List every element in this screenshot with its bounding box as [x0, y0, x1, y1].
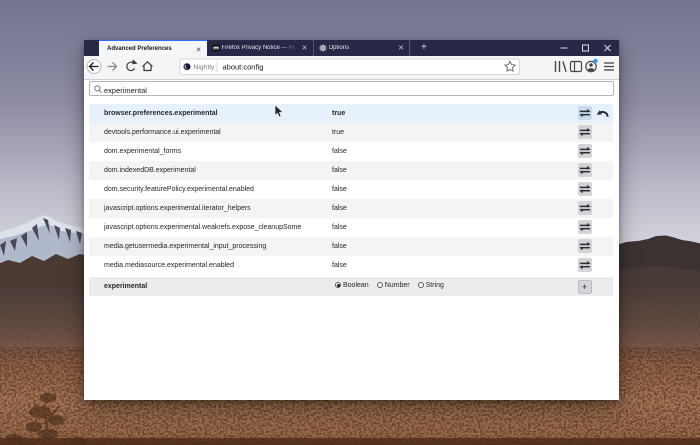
svg-text:about:config: about:config	[223, 62, 264, 71]
svg-text:Nightly: Nightly	[194, 64, 215, 71]
